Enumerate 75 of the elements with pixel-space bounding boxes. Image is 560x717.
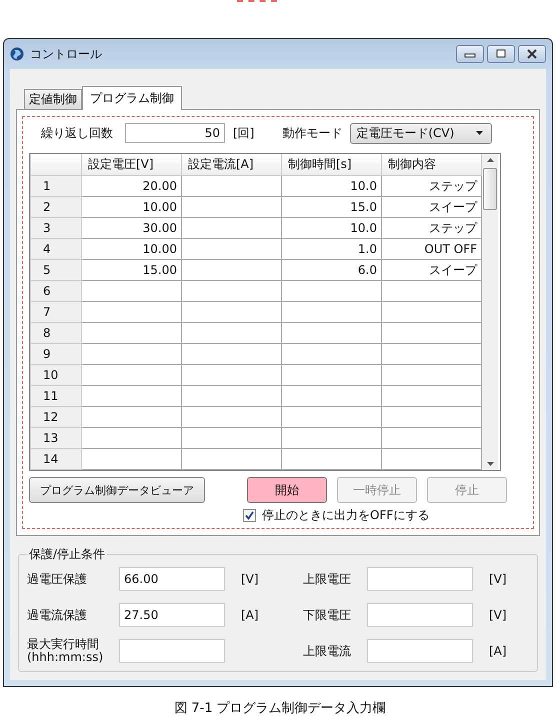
unit-label: [A] [241, 608, 260, 622]
column-header[interactable]: 設定電圧[V] [82, 154, 182, 176]
table-cell: 15.00 [82, 260, 182, 280]
minimize-button[interactable] [456, 45, 484, 63]
data-viewer-button[interactable]: プログラム制御データビューア [29, 477, 205, 503]
table-cell: 30.00 [82, 218, 182, 238]
table-cell: 6.0 [282, 260, 382, 280]
checkbox-label: 停止のときに出力をOFFにする [262, 507, 430, 524]
table-cell: 10.0 [282, 176, 382, 196]
row-number: 12 [30, 406, 82, 428]
row-number: 11 [30, 386, 82, 406]
tab[interactable]: 定値制御 [24, 89, 82, 109]
close-button[interactable] [518, 45, 546, 63]
row-number: 8 [30, 322, 82, 344]
input-field[interactable] [367, 639, 473, 663]
unit-label: [回] [233, 124, 254, 142]
table-cell: 10.0 [282, 218, 382, 238]
tab[interactable]: プログラム制御 [82, 86, 182, 110]
table-cell: 10.00 [82, 196, 182, 218]
table-cell: スイープ [382, 196, 482, 218]
field-label: 過電流保護 [27, 608, 88, 622]
column-header[interactable]: 制御時間[s] [282, 154, 382, 176]
unit-label: [A] [489, 644, 508, 658]
table-cell: 10.00 [82, 238, 182, 260]
mode-label: 動作モード [282, 124, 342, 142]
table-cell: スイープ [382, 260, 482, 280]
table-cell: 20.00 [82, 176, 182, 196]
table-cell: ステップ [382, 176, 482, 196]
row-number: 10 [30, 364, 82, 386]
mode-dropdown[interactable]: 定電圧モード(CV) [350, 122, 492, 144]
repeat-field[interactable]: 50 [125, 123, 225, 143]
group-title: 保護/停止条件 [28, 546, 106, 563]
row-number: 5 [30, 260, 82, 280]
unit-label: [V] [489, 608, 508, 622]
row-number: 2 [30, 196, 82, 218]
input-field[interactable] [119, 639, 225, 663]
row-number: 3 [30, 218, 82, 238]
scroll-down-icon [486, 462, 494, 466]
table-cell: 1.0 [282, 238, 382, 260]
unit-label: [V] [489, 572, 508, 586]
row-number: 6 [30, 280, 82, 302]
row-number: 1 [30, 176, 82, 196]
maximize-icon [495, 49, 507, 59]
scroll-thumb[interactable] [483, 168, 497, 210]
run-button[interactable]: 開始 [247, 477, 327, 503]
column-header[interactable]: 制御内容 [382, 154, 482, 176]
row-number: 4 [30, 238, 82, 260]
column-header[interactable]: 設定電流[A] [182, 154, 282, 176]
table-cell: ステップ [382, 218, 482, 238]
close-icon [526, 49, 538, 59]
row-number: 14 [30, 448, 82, 470]
row-number: 13 [30, 428, 82, 448]
checkbox[interactable] [243, 509, 256, 522]
maximize-button[interactable] [487, 45, 515, 63]
figure-caption: 図 7-1 プログラム制御データ入力欄 [173, 700, 387, 717]
field-label: 過電圧保護 [27, 572, 88, 586]
globe-icon [10, 47, 24, 61]
window-title: コントロール [30, 46, 102, 62]
table-cell: 15.0 [282, 196, 382, 218]
table-cell: OUT OFF [382, 238, 482, 260]
field-label: 上限電圧 [303, 572, 352, 586]
field-label: 下限電圧 [303, 608, 352, 622]
row-number: 7 [30, 302, 82, 322]
input-field[interactable]: 27.50 [119, 603, 225, 627]
row-number: 9 [30, 344, 82, 364]
field-label: 最大実行時間 (hhh:mm:ss) [27, 638, 104, 664]
scrollbar[interactable] [482, 154, 498, 470]
input-field[interactable] [367, 603, 473, 627]
dropdown-arrow-icon [476, 131, 484, 135]
field-label: 上限電流 [303, 644, 352, 658]
unit-label: [V] [241, 572, 260, 586]
input-field[interactable]: 66.00 [119, 567, 225, 591]
input-field[interactable] [367, 567, 473, 591]
repeat-label: 繰り返し回数 [41, 124, 114, 142]
scroll-up-icon [486, 158, 494, 162]
